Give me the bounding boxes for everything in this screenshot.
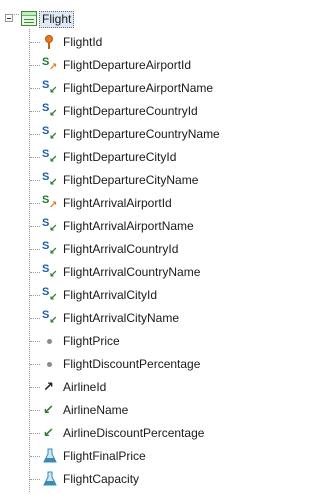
tree-item[interactable]: ↙ AirlineDiscountPercentage — [0, 422, 270, 444]
tree-line — [30, 203, 40, 204]
tree-line — [30, 456, 40, 457]
tree-item-label: FlightDepartureCityId — [63, 150, 177, 164]
tree-line — [30, 134, 40, 135]
tree-item[interactable]: FlightCapacity — [0, 468, 270, 490]
inferred-arrow-icon: ↙ — [43, 425, 54, 440]
tree-line — [30, 364, 40, 365]
tree-item[interactable]: ↗ AirlineId — [0, 376, 270, 398]
tree-item-label: FlightPrice — [63, 334, 120, 348]
tree-line — [30, 180, 40, 181]
tree-line — [30, 341, 40, 342]
tree-item[interactable]: S ↙ FlightDepartureCityId — [0, 146, 270, 168]
tree-item[interactable]: S ↗ FlightDepartureAirportId — [0, 54, 270, 76]
tree-item[interactable]: S ↙ FlightDepartureCountryName — [0, 123, 270, 145]
tree-item-label: FlightArrivalAirportId — [63, 196, 172, 210]
subtype-inferred-icon: S ↙ — [42, 102, 58, 119]
subtype-inferred-icon: S ↙ — [42, 79, 58, 96]
tree-item-label: FlightDepartureCountryName — [63, 127, 220, 141]
tree-line — [30, 479, 40, 480]
tree-item[interactable]: FlightPrice — [0, 330, 270, 352]
formula-flask-icon — [42, 471, 58, 487]
structure-tree: Flight FlightId S ↗ FlightDepartureAirportI… — [0, 0, 270, 502]
tree-item-label: FlightDepartureCityName — [63, 173, 199, 187]
tree-line — [30, 65, 40, 66]
collapse-toggle-icon[interactable] — [5, 14, 13, 22]
tree-line — [30, 433, 40, 434]
subtype-inferred-icon: S ↙ — [42, 171, 58, 188]
tree-item-label: FlightDiscountPercentage — [63, 357, 201, 371]
tree-item-label: FlightCapacity — [63, 472, 140, 486]
transaction-table-icon — [21, 11, 37, 26]
attribute-dot-icon — [42, 356, 58, 372]
subtype-key-icon: S ↗ — [42, 194, 58, 211]
tree-line — [30, 387, 40, 388]
tree-line — [30, 226, 40, 227]
subtype-inferred-icon: S ↙ — [42, 286, 58, 303]
tree-item[interactable]: S ↙ FlightArrivalCityId — [0, 284, 270, 306]
tree-root-flight[interactable]: Flight — [0, 10, 270, 28]
tree-item-label: FlightDepartureAirportId — [63, 58, 192, 72]
subtype-inferred-icon: S ↙ — [42, 217, 58, 234]
subtype-inferred-icon: S ↙ — [42, 263, 58, 280]
inferred-arrow-icon: ↙ — [43, 402, 54, 417]
root-label[interactable]: Flight — [39, 11, 75, 28]
tree-item[interactable]: ↙ AirlineName — [0, 399, 270, 421]
tree-item-label: FlightDepartureAirportName — [63, 81, 214, 95]
attribute-dot-icon — [42, 333, 58, 349]
tree-line — [30, 111, 40, 112]
subtype-key-icon: S ↗ — [42, 56, 58, 73]
foreign-key-arrow-icon: ↗ — [43, 379, 54, 394]
tree-item[interactable]: FlightDiscountPercentage — [0, 353, 270, 375]
tree-line — [30, 272, 40, 273]
tree-line — [30, 249, 40, 250]
tree-line — [30, 318, 40, 319]
tree-item-label: FlightDepartureCountryId — [63, 104, 198, 118]
tree-item-label: FlightArrivalCountryId — [63, 242, 179, 256]
tree-item[interactable]: S ↙ FlightArrivalCountryName — [0, 261, 270, 283]
tree-line — [30, 88, 40, 89]
tree-line — [30, 410, 40, 411]
subtype-inferred-icon: S ↙ — [42, 240, 58, 257]
subtype-inferred-icon: S ↙ — [42, 125, 58, 142]
tree-item-label: FlightArrivalCountryName — [63, 265, 201, 279]
tree-item-label: AirlineId — [63, 380, 107, 394]
tree-line — [30, 42, 40, 43]
tree-item[interactable]: S ↙ FlightArrivalCountryId — [0, 238, 270, 260]
tree-item[interactable]: FlightFinalPrice — [0, 445, 270, 467]
tree-line — [30, 295, 40, 296]
tree-item-label: FlightId — [63, 35, 103, 49]
tree-item[interactable]: S ↙ FlightDepartureCityName — [0, 169, 270, 191]
tree-item-label: AirlineDiscountPercentage — [63, 426, 205, 440]
tree-item-label: FlightArrivalCityName — [63, 311, 180, 325]
tree-item[interactable]: S ↗ FlightArrivalAirportId — [0, 192, 270, 214]
formula-flask-icon — [42, 448, 58, 464]
subtype-inferred-icon: S ↙ — [42, 148, 58, 165]
tree-item[interactable]: S ↙ FlightArrivalAirportName — [0, 215, 270, 237]
tree-item-label: FlightArrivalCityId — [63, 288, 158, 302]
tree-item-label: AirlineName — [63, 403, 129, 417]
tree-item[interactable]: S ↙ FlightArrivalCityName — [0, 307, 270, 329]
subtype-inferred-icon: S ↙ — [42, 309, 58, 326]
tree-item-label: FlightFinalPrice — [63, 449, 146, 463]
tree-item[interactable]: S ↙ FlightDepartureAirportName — [0, 77, 270, 99]
tree-item[interactable]: S ↙ FlightDepartureCountryId — [0, 100, 270, 122]
tree-item[interactable]: FlightId — [0, 31, 270, 53]
primary-key-icon — [42, 34, 58, 50]
tree-line — [30, 157, 40, 158]
tree-item-label: FlightArrivalAirportName — [63, 219, 194, 233]
